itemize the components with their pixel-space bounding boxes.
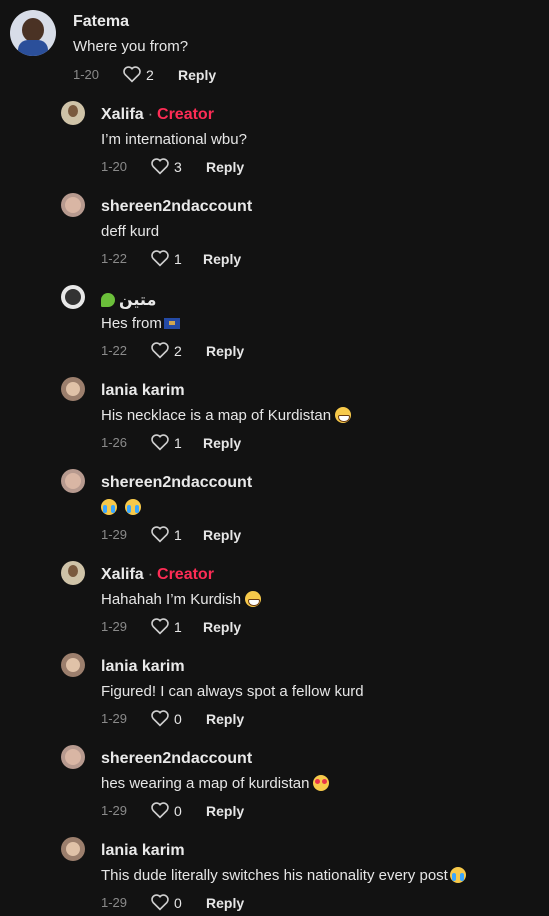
reply-button[interactable]: Reply	[206, 159, 244, 175]
separator-dot: ·	[147, 566, 154, 583]
comment-date: 1-29	[101, 803, 128, 818]
username[interactable]: shereen2ndaccount	[101, 198, 252, 216]
comment-date: 1-20	[73, 67, 100, 82]
crying-emoji-icon	[101, 499, 117, 515]
comment-text-label: hes wearing a map of kurdistan	[101, 775, 310, 792]
heart-icon[interactable]	[150, 525, 170, 543]
username[interactable]: Xalifa · Creator	[101, 566, 214, 584]
username-label[interactable]: متين	[119, 292, 156, 309]
comment-date: 1-29	[101, 527, 128, 542]
heart-icon[interactable]	[122, 65, 142, 83]
comment-text-label: Hahahah I’m Kurdish	[101, 591, 242, 608]
avatar[interactable]	[61, 285, 85, 309]
like-count: 2	[174, 343, 182, 359]
comment-text: Hes from	[101, 315, 180, 332]
comment-text: Where you from?	[73, 38, 189, 55]
username[interactable]: lania karim	[101, 658, 185, 676]
reply-button[interactable]: Reply	[203, 527, 241, 543]
avatar[interactable]	[61, 377, 85, 401]
reply-button[interactable]: Reply	[203, 619, 241, 635]
comment-text: His necklace is a map of Kurdistan	[101, 407, 352, 424]
heart-icon[interactable]	[150, 801, 170, 819]
grin-emoji-icon	[335, 407, 352, 423]
avatar[interactable]	[61, 193, 85, 217]
username[interactable]: Fatema	[73, 13, 129, 31]
username[interactable]: متين	[101, 290, 156, 310]
comment-date: 1-26	[101, 435, 128, 450]
username[interactable]: lania karim	[101, 842, 185, 860]
reply-button[interactable]: Reply	[178, 67, 216, 83]
grin-emoji-icon	[245, 591, 262, 607]
comment-text	[101, 499, 141, 516]
reply-button[interactable]: Reply	[206, 803, 244, 819]
separator-dot: ·	[147, 106, 154, 123]
like-count: 2	[146, 67, 154, 83]
comment-text: hes wearing a map of kurdistan	[101, 775, 330, 792]
reply-button[interactable]: Reply	[206, 711, 244, 727]
avatar[interactable]	[61, 745, 85, 769]
comment-text: Figured! I can always spot a fellow kurd	[101, 683, 364, 700]
avatar[interactable]	[10, 10, 56, 56]
comment-date: 1-29	[101, 895, 128, 910]
username[interactable]: lania karim	[101, 382, 185, 400]
avatar[interactable]	[61, 837, 85, 861]
username-label[interactable]: Xalifa	[101, 566, 144, 583]
heart-icon[interactable]	[150, 249, 170, 267]
avatar[interactable]	[61, 561, 85, 585]
comment-text: deff kurd	[101, 223, 160, 240]
reply-button[interactable]: Reply	[206, 895, 244, 911]
avatar[interactable]	[61, 653, 85, 677]
heart-icon[interactable]	[150, 709, 170, 727]
username[interactable]: shereen2ndaccount	[101, 474, 252, 492]
avatar[interactable]	[61, 101, 85, 125]
like-count: 3	[174, 159, 182, 175]
crying-emoji-icon	[125, 499, 141, 515]
heart-icon[interactable]	[150, 617, 170, 635]
heart-icon[interactable]	[150, 157, 170, 175]
comment-text: This dude literally switches his nationa…	[101, 867, 466, 884]
kosovo-flag-icon	[163, 318, 180, 329]
comment-text-label: Hes from	[101, 315, 162, 332]
crying-emoji-icon	[449, 867, 466, 883]
snake-emoji-icon	[101, 293, 115, 307]
like-count: 1	[174, 619, 182, 635]
like-count: 0	[174, 803, 182, 819]
reply-button[interactable]: Reply	[203, 435, 241, 451]
heart-eyes-emoji-icon	[313, 775, 330, 791]
comment-text-label: This dude literally switches his nationa…	[101, 867, 448, 884]
like-count: 1	[174, 251, 182, 267]
like-count: 1	[174, 435, 182, 451]
username[interactable]: Xalifa · Creator	[101, 106, 214, 124]
username-label[interactable]: Xalifa	[101, 106, 144, 123]
username[interactable]: shereen2ndaccount	[101, 750, 252, 768]
comment-date: 1-20	[101, 159, 128, 174]
avatar[interactable]	[61, 469, 85, 493]
like-count: 0	[174, 711, 182, 727]
reply-button[interactable]: Reply	[203, 251, 241, 267]
comment-text: Hahahah I’m Kurdish	[101, 591, 262, 608]
comment-text: I’m international wbu?	[101, 131, 247, 148]
creator-badge: Creator	[157, 106, 214, 123]
creator-badge: Creator	[157, 566, 214, 583]
heart-icon[interactable]	[150, 433, 170, 451]
comment-date: 1-22	[101, 251, 128, 266]
like-count: 0	[174, 895, 182, 911]
comment-date: 1-22	[101, 343, 128, 358]
heart-icon[interactable]	[150, 341, 170, 359]
comment-date: 1-29	[101, 711, 128, 726]
comment-text-label: His necklace is a map of Kurdistan	[101, 407, 332, 424]
comment-date: 1-29	[101, 619, 128, 634]
heart-icon[interactable]	[150, 893, 170, 911]
like-count: 1	[174, 527, 182, 543]
reply-button[interactable]: Reply	[206, 343, 244, 359]
